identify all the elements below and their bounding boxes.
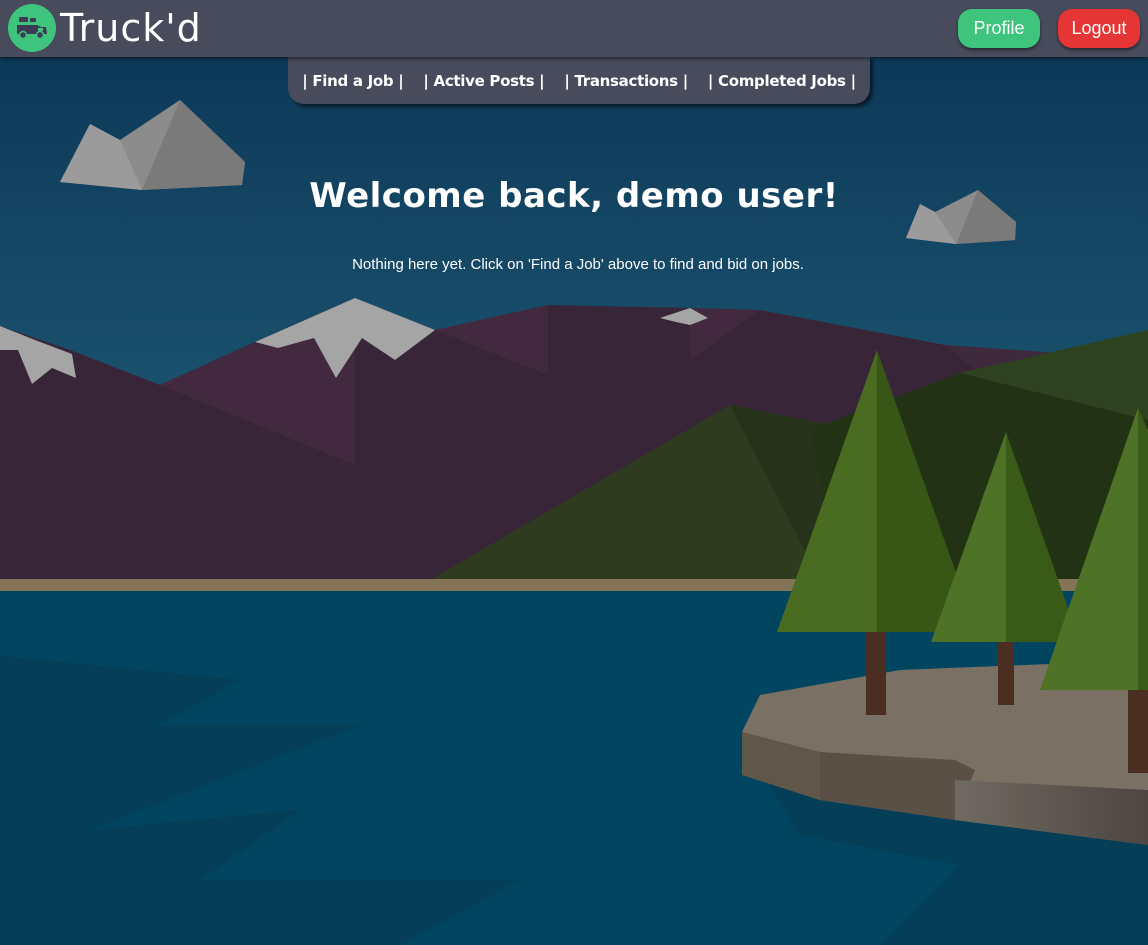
main-nav: | Find a Job | | Active Posts | | Transa…	[288, 57, 870, 104]
nav-find-a-job[interactable]: | Find a Job |	[302, 72, 404, 90]
truck-icon	[8, 4, 56, 52]
nav-active-posts[interactable]: | Active Posts |	[423, 72, 544, 90]
logout-button[interactable]: Logout	[1058, 9, 1140, 48]
nav-completed-jobs[interactable]: | Completed Jobs |	[708, 72, 856, 90]
logo[interactable]: Truck'd	[8, 4, 202, 52]
top-bar: Truck'd Profile Logout	[0, 0, 1148, 57]
brand-name: Truck'd	[60, 6, 202, 50]
landscape-background	[0, 0, 1148, 945]
page-title: Welcome back, demo user!	[309, 176, 839, 216]
profile-button[interactable]: Profile	[958, 9, 1040, 48]
empty-state-message: Nothing here yet. Click on 'Find a Job' …	[352, 256, 804, 273]
nav-transactions[interactable]: | Transactions |	[564, 72, 688, 90]
